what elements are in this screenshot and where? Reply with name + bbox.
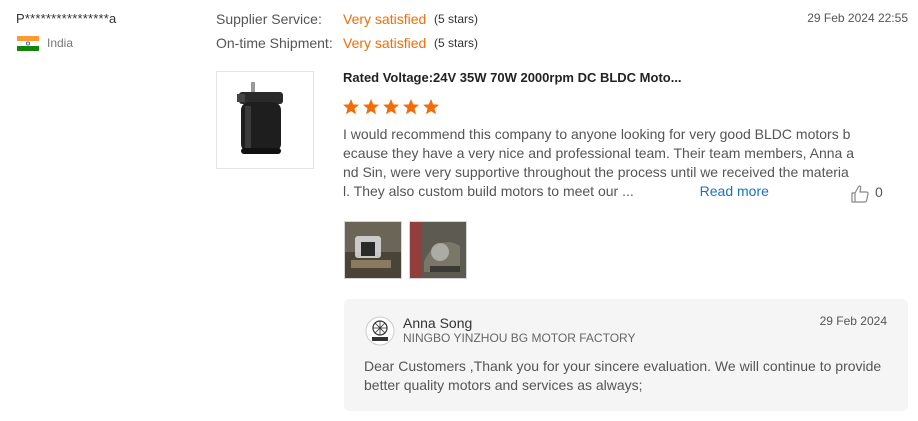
product-title[interactable]: Rated Voltage:24V 35W 70W 2000rpm DC BLD… <box>343 70 682 85</box>
reviewer-country: India <box>47 36 74 50</box>
review-photo[interactable] <box>344 221 402 279</box>
company-logo-icon <box>365 316 395 346</box>
star-icon <box>383 99 399 115</box>
review-date: 29 Feb 2024 22:55 <box>807 11 908 25</box>
reviewer-name: P****************a <box>16 11 117 26</box>
star-icon <box>363 99 379 115</box>
rating-stars-text: (5 stars) <box>434 36 479 50</box>
rating-label: Supplier Service: <box>216 11 322 27</box>
reply-author-name: Anna Song <box>403 315 473 331</box>
star-icon <box>403 99 419 115</box>
supplier-reply: Anna Song NINGBO YINZHOU BG MOTOR FACTOR… <box>344 299 908 411</box>
thumbs-up-icon[interactable] <box>850 184 870 204</box>
reply-text: Dear Customers ,Thank you for your since… <box>364 358 882 393</box>
product-thumbnail[interactable] <box>216 71 314 169</box>
motor-image <box>237 82 283 154</box>
rating-stars-text: (5 stars) <box>434 12 479 26</box>
reply-date: 29 Feb 2024 <box>819 314 887 328</box>
reply-company-name: NINGBO YINZHOU BG MOTOR FACTORY <box>403 331 636 345</box>
india-flag-icon <box>17 36 39 51</box>
star-rating <box>343 98 443 118</box>
star-icon <box>343 99 359 115</box>
review-photo[interactable] <box>409 221 467 279</box>
review-body: I would recommend this company to anyone… <box>343 125 855 201</box>
read-more-link[interactable]: Read more <box>700 183 769 199</box>
like-count: 0 <box>875 184 883 200</box>
rating-label: On-time Shipment: <box>216 35 333 51</box>
rating-value: Very satisfied <box>343 11 427 27</box>
rating-value: Very satisfied <box>343 35 427 51</box>
star-icon <box>423 99 439 115</box>
review-text: I would recommend this company to anyone… <box>343 126 855 199</box>
